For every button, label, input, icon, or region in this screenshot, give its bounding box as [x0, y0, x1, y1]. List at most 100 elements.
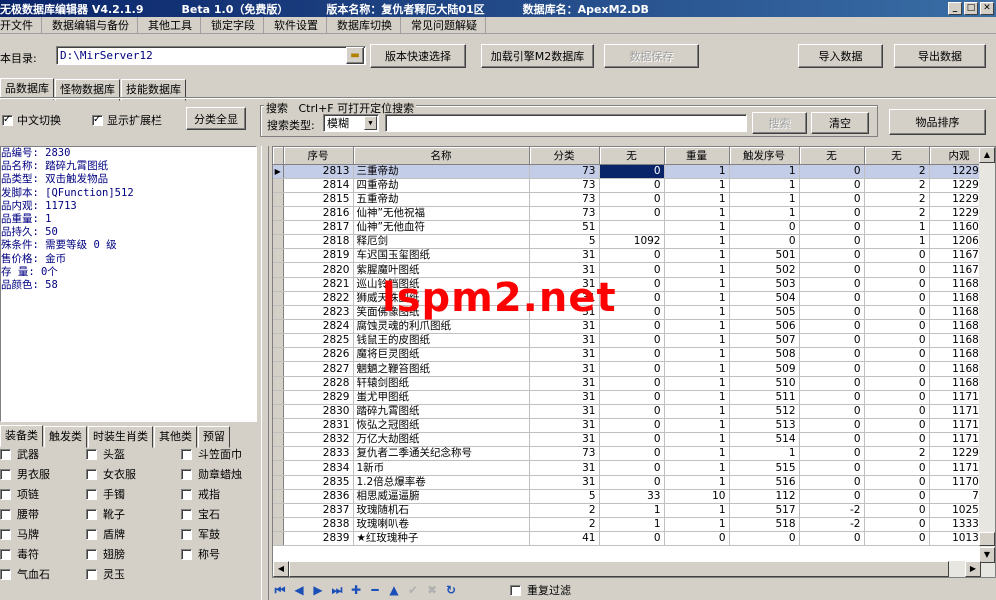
- category-option[interactable]: 头盔: [86, 447, 181, 461]
- table-cell[interactable]: 0: [799, 376, 865, 391]
- table-cell[interactable]: 10: [664, 489, 730, 504]
- table-cell[interactable]: 0: [799, 305, 865, 321]
- table-cell[interactable]: 73: [529, 164, 600, 179]
- table-cell[interactable]: 0: [599, 404, 665, 420]
- category-checkbox[interactable]: [181, 468, 192, 480]
- table-cell[interactable]: 腐蚀灵魂的利爪图纸: [353, 319, 530, 335]
- table-cell[interactable]: 万亿大劫图纸: [353, 432, 530, 448]
- table-cell[interactable]: 0: [729, 220, 800, 236]
- tab-other[interactable]: 其他类: [154, 426, 197, 448]
- table-row[interactable]: 2827 魍魉之鞭笞图纸 31 0 1 509 0 0 11686: [273, 361, 990, 377]
- table-row[interactable]: 2819 车迟国玉玺图纸 31 0 1 501 0 0 11678: [273, 248, 990, 264]
- table-cell[interactable]: 0: [799, 206, 865, 222]
- table-cell[interactable]: 1: [664, 220, 730, 236]
- table-cell[interactable]: 2816: [283, 206, 354, 222]
- folder-icon[interactable]: ▬: [346, 47, 364, 64]
- category-option[interactable]: 腰带: [0, 507, 86, 521]
- category-option[interactable]: 称号: [181, 547, 257, 561]
- table-cell[interactable]: 1新币: [353, 460, 530, 476]
- search-input[interactable]: [385, 114, 747, 132]
- scroll-right-icon[interactable]: ▶: [965, 561, 981, 577]
- scroll-left-icon[interactable]: ◀: [273, 561, 289, 577]
- table-cell[interactable]: 1: [664, 376, 730, 391]
- table-row[interactable]: 2829 蚩尤甲图纸 31 0 1 511 0 0 11712: [273, 390, 990, 405]
- table-cell[interactable]: 0: [664, 531, 730, 547]
- scroll-down-icon[interactable]: ▼: [979, 547, 995, 563]
- table-cell[interactable]: 31: [529, 376, 600, 391]
- table-cell[interactable]: 0: [599, 531, 665, 547]
- clear-button[interactable]: 清空: [811, 112, 869, 134]
- table-cell[interactable]: 1: [664, 305, 730, 321]
- vertical-scroll-thumb[interactable]: [979, 532, 995, 546]
- table-cell[interactable]: 2: [864, 178, 930, 193]
- table-cell[interactable]: 73: [529, 206, 600, 222]
- table-cell[interactable]: 2823: [283, 305, 354, 321]
- search-button[interactable]: 搜索: [752, 112, 807, 134]
- table-cell[interactable]: 5: [529, 234, 600, 250]
- table-cell[interactable]: 1: [664, 291, 730, 306]
- table-cell[interactable]: 517: [729, 503, 800, 519]
- category-checkbox[interactable]: [86, 508, 97, 520]
- tab-reserved[interactable]: 预留: [198, 426, 230, 448]
- table-row[interactable]: 2826 魔将巨灵图纸 31 0 1 508 0 0 11685: [273, 347, 990, 363]
- table-cell[interactable]: 2830: [283, 404, 354, 420]
- table-cell[interactable]: 释厄剑: [353, 234, 530, 250]
- table-cell[interactable]: 0: [599, 432, 665, 448]
- table-cell[interactable]: 33: [599, 489, 665, 504]
- table-row[interactable]: 2831 恢弘之冠图纸 31 0 1 513 0 0 11714: [273, 418, 990, 434]
- table-cell[interactable]: -2: [799, 517, 865, 533]
- chevron-down-icon[interactable]: ▼: [364, 116, 377, 130]
- menu-faq[interactable]: 常见问题解疑: [411, 17, 486, 33]
- import-button[interactable]: 导入数据: [798, 44, 883, 68]
- table-cell[interactable]: 0: [799, 262, 865, 278]
- table-cell[interactable]: 0: [599, 361, 665, 377]
- table-cell[interactable]: 112: [729, 489, 800, 504]
- prev-record-icon[interactable]: ◀: [291, 582, 307, 598]
- category-option[interactable]: 手镯: [86, 487, 181, 501]
- table-cell[interactable]: 31: [529, 404, 600, 420]
- table-cell[interactable]: 蚩尤甲图纸: [353, 390, 530, 405]
- table-cell[interactable]: 玫瑰随机石: [353, 503, 530, 519]
- table-cell[interactable]: 31: [529, 432, 600, 448]
- table-cell[interactable]: 0: [799, 248, 865, 264]
- category-checkbox[interactable]: [86, 528, 97, 540]
- table-cell[interactable]: 仙神”无他祝福: [353, 206, 530, 222]
- table-cell[interactable]: 0: [799, 164, 865, 179]
- export-button[interactable]: 导出数据: [894, 44, 986, 68]
- category-checkbox[interactable]: [181, 448, 192, 460]
- table-cell[interactable]: 1: [664, 333, 730, 349]
- table-cell[interactable]: 1: [729, 192, 800, 207]
- table-cell[interactable]: 1: [664, 404, 730, 420]
- search-type-select[interactable]: 模糊 ▼: [323, 114, 379, 132]
- table-cell[interactable]: 516: [729, 475, 800, 490]
- cancel-record-icon[interactable]: ✖: [424, 582, 440, 598]
- table-cell[interactable]: 三重帝劫: [353, 164, 530, 179]
- category-option[interactable]: 武器: [0, 447, 86, 461]
- menu-data-edit[interactable]: 数据编辑与备份: [52, 17, 138, 33]
- table-cell[interactable]: 1: [664, 475, 730, 490]
- table-cell[interactable]: 1: [864, 234, 930, 250]
- table-cell[interactable]: 轩辕剑图纸: [353, 376, 530, 391]
- add-record-icon[interactable]: ✚: [348, 582, 364, 598]
- category-option[interactable]: 斗笠面巾: [181, 447, 257, 461]
- table-cell[interactable]: 2819: [283, 248, 354, 264]
- table-cell[interactable]: 恢弘之冠图纸: [353, 418, 530, 434]
- table-cell[interactable]: 31: [529, 248, 600, 264]
- category-checkbox[interactable]: [86, 568, 97, 580]
- table-row[interactable]: 2821 巡山铃铛图纸 31 0 1 503 0 0 11680: [273, 277, 990, 292]
- category-checkbox[interactable]: [0, 568, 11, 580]
- table-cell[interactable]: 513: [729, 418, 800, 434]
- table-cell[interactable]: 2814: [283, 178, 354, 193]
- category-checkbox[interactable]: [86, 488, 97, 500]
- table-cell[interactable]: 508: [729, 347, 800, 363]
- table-cell[interactable]: 0: [799, 418, 865, 434]
- table-cell[interactable]: 0: [864, 390, 930, 405]
- table-row[interactable]: 2817 仙神”无他血符 51 1 0 0 1 11603: [273, 220, 990, 236]
- table-row[interactable]: 2816 仙神”无他祝福 73 0 1 1 0 2 12290: [273, 206, 990, 222]
- table-cell[interactable]: 2839: [283, 531, 354, 547]
- column-header[interactable]: 序号: [283, 147, 354, 165]
- table-cell[interactable]: 1: [664, 164, 730, 179]
- table-cell[interactable]: 0: [799, 277, 865, 292]
- table-cell[interactable]: 41: [529, 531, 600, 547]
- table-cell[interactable]: 0: [599, 248, 665, 264]
